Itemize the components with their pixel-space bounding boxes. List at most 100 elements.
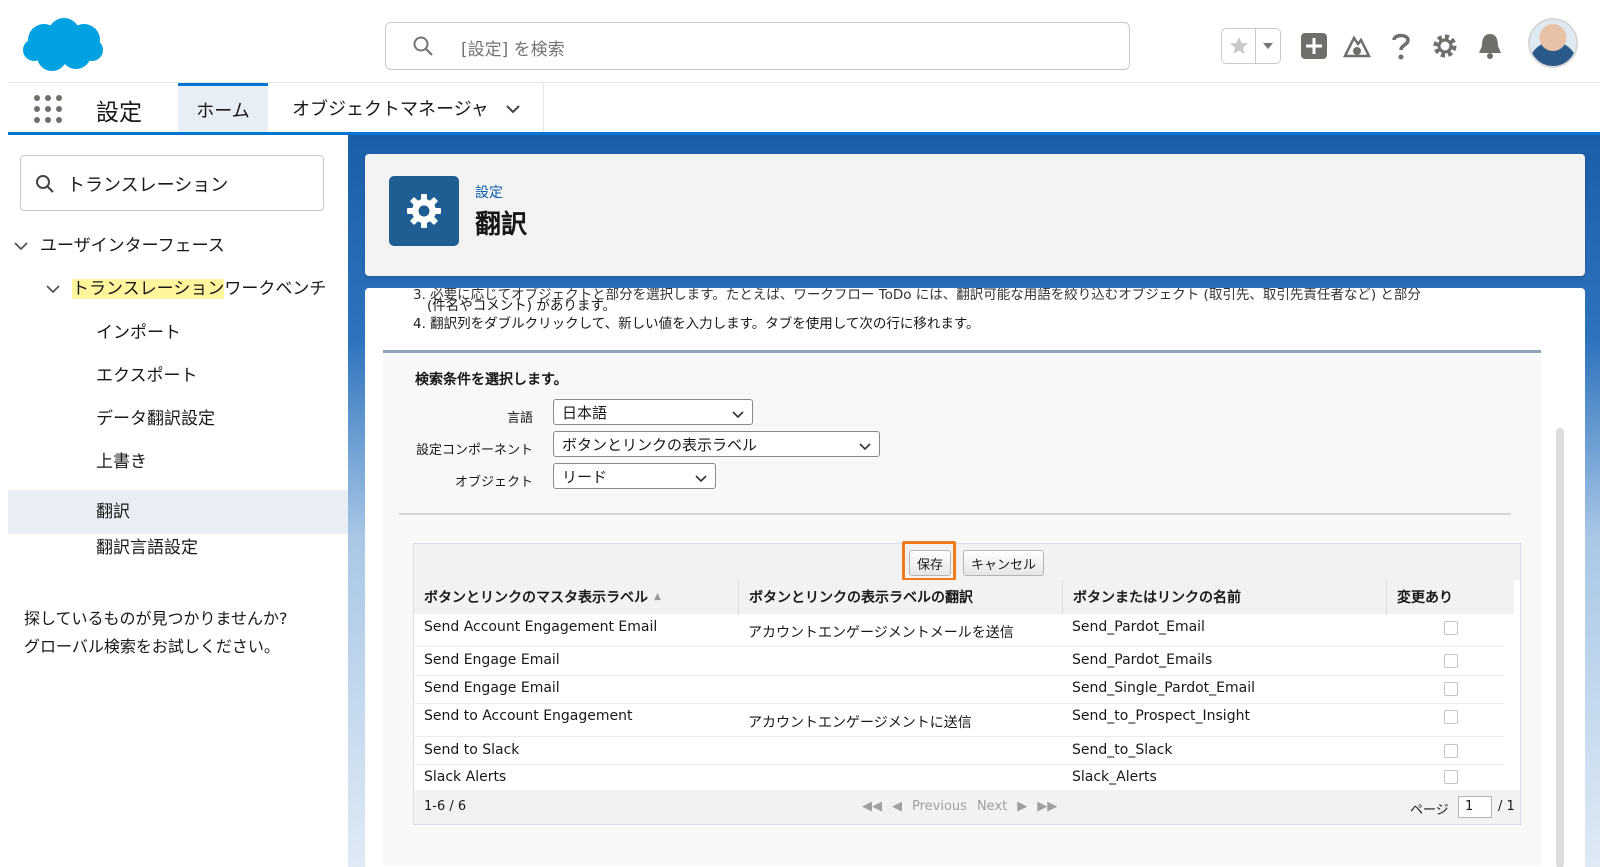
trailhead-icon[interactable]	[1339, 28, 1375, 64]
table-button-bar: 保存 キャンセル	[414, 541, 1520, 581]
bell-icon[interactable]	[1472, 28, 1508, 64]
column-header-translation[interactable]: ボタンとリンクの表示ラベルの翻訳	[738, 580, 1062, 614]
sort-ascending-icon: ▲	[654, 592, 661, 602]
object-value: リード	[562, 468, 608, 486]
first-page-icon[interactable]: ◀◀	[862, 799, 882, 814]
avatar[interactable]	[1528, 18, 1578, 68]
search-icon	[412, 35, 436, 59]
cell-master-label: Send to Account Engagement	[424, 708, 633, 724]
changed-checkbox[interactable]	[1444, 621, 1458, 635]
column-header-label: ボタンとリンクのマスタ表示ラベル	[424, 590, 648, 606]
object-select[interactable]: リード	[553, 463, 716, 489]
table-row[interactable]: Send to Slack Send_to_Slack	[414, 737, 1504, 765]
setup-sidebar: トランスレーション ユーザインターフェース トランスレーションワークベンチ イン…	[8, 135, 348, 867]
next-page-icon[interactable]: ▶	[1017, 799, 1027, 814]
tree-item-import[interactable]: インポート	[96, 318, 181, 343]
cell-translation[interactable]: アカウントエンゲージメントメールを送信	[748, 622, 1014, 642]
changed-checkbox[interactable]	[1444, 710, 1458, 724]
global-search-input[interactable]: [設定] を検索	[385, 22, 1130, 70]
cell-name: Send_Pardot_Email	[1072, 619, 1205, 635]
page-header: 設定 翻訳	[365, 154, 1585, 276]
criteria-panel: 検索条件を選択します。 言語 日本語 設定コンポーネント ボタンとリンクの表示ラ…	[383, 350, 1541, 865]
cell-master-label: Send Engage Email	[424, 680, 560, 696]
translation-content: 3. 必要に応じてオブジェクトと部分を選択します。たとえば、ワークフロー ToD…	[365, 288, 1585, 867]
cell-name: Send_Single_Pardot_Email	[1072, 680, 1255, 696]
table-row[interactable]: Send Engage Email Send_Single_Pardot_Ema…	[414, 676, 1504, 704]
tree-item-export[interactable]: エクスポート	[96, 361, 198, 386]
cell-name: Send_to_Prospect_Insight	[1072, 708, 1250, 724]
help-icon[interactable]	[1383, 28, 1419, 64]
cell-name: Send_to_Slack	[1072, 742, 1173, 758]
tree-item-translate[interactable]: 翻訳	[96, 490, 130, 534]
app-launcher-icon[interactable]	[32, 93, 64, 125]
help-line-1: 探しているものが見つかりませんか?	[24, 609, 288, 628]
changed-checkbox[interactable]	[1444, 770, 1458, 784]
instruction-step-4: 4. 翻訳列をダブルクリックして、新しい値を入力します。タブを使用して次の行に移…	[413, 316, 980, 332]
language-label: 言語	[506, 411, 533, 426]
tree-item-data-translation-settings[interactable]: データ翻訳設定	[96, 404, 215, 429]
changed-checkbox[interactable]	[1444, 654, 1458, 668]
search-highlight: トランスレーション	[72, 279, 225, 299]
column-header-name[interactable]: ボタンまたはリンクの名前	[1062, 580, 1386, 614]
page-title: 翻訳	[475, 210, 528, 240]
cell-translation[interactable]: アカウントエンゲージメントに送信	[748, 712, 972, 732]
pagination: ◀◀ ◀ Previous Next ▶ ▶▶	[862, 799, 1057, 814]
nav-divider	[543, 83, 544, 133]
changed-checkbox[interactable]	[1444, 682, 1458, 696]
cell-master-label: Send Engage Email	[424, 652, 560, 668]
tab-home-label: ホーム	[196, 100, 250, 122]
favorites-control[interactable]	[1221, 28, 1281, 64]
cell-master-label: Send to Slack	[424, 742, 520, 758]
breadcrumb[interactable]: 設定	[475, 182, 503, 202]
page-number-input[interactable]: 1	[1458, 796, 1492, 818]
chevron-down-icon[interactable]	[1256, 29, 1280, 63]
table-row[interactable]: Send Engage Email Send_Pardot_Emails	[414, 647, 1504, 676]
chevron-down-icon[interactable]	[14, 236, 40, 256]
scrollbar[interactable]	[1556, 428, 1564, 867]
tab-home[interactable]: ホーム	[178, 83, 268, 133]
global-header: [設定] を検索	[0, 0, 1600, 82]
tree-item-override[interactable]: 上書き	[96, 447, 147, 472]
changed-checkbox[interactable]	[1444, 744, 1458, 758]
tab-object-manager[interactable]: オブジェクトマネージャ	[284, 83, 544, 133]
translation-table: 保存 キャンセル ボタンとリンクのマスタ表示ラベル ▲ ボタンとリンクの表示ラベ…	[413, 541, 1521, 825]
chevron-down-icon[interactable]	[46, 279, 72, 299]
app-name: 設定	[96, 100, 142, 126]
quick-find-input[interactable]: トランスレーション	[20, 155, 324, 211]
app-navigation: 設定 ホーム オブジェクトマネージャ	[8, 82, 1600, 135]
criteria-divider	[399, 513, 1511, 515]
table-footer: 1-6 / 6 ◀◀ ◀ Previous Next ▶ ▶▶ ページ 1 / …	[414, 790, 1520, 824]
setup-gear-icon	[389, 176, 459, 246]
next-link[interactable]: Next	[977, 799, 1007, 814]
language-value: 日本語	[562, 404, 608, 422]
table-row[interactable]: Send to Account Engagement アカウントエンゲージメント…	[414, 704, 1504, 737]
cell-master-label: Slack Alerts	[424, 769, 507, 785]
cancel-button[interactable]: キャンセル	[963, 550, 1045, 576]
help-line-2: グローバル検索をお試しください。	[24, 637, 280, 656]
table-header: ボタンとリンクのマスタ表示ラベル ▲ ボタンとリンクの表示ラベルの翻訳 ボタンま…	[414, 580, 1514, 614]
tree-item-translation-language-settings[interactable]: 翻訳言語設定	[96, 533, 198, 558]
chevron-down-icon[interactable]	[505, 98, 521, 119]
chevron-down-icon	[695, 470, 707, 488]
last-page-icon[interactable]: ▶▶	[1037, 799, 1057, 814]
tree-section-ui[interactable]: ユーザインターフェース	[14, 231, 225, 256]
language-select[interactable]: 日本語	[553, 399, 753, 425]
salesforce-logo[interactable]	[22, 16, 104, 74]
object-label: オブジェクト	[454, 475, 533, 490]
previous-page-icon[interactable]: ◀	[892, 799, 902, 814]
table-row[interactable]: Send Account Engagement Email アカウントエンゲージ…	[414, 614, 1504, 647]
record-count: 1-6 / 6	[424, 799, 467, 814]
star-icon[interactable]	[1222, 29, 1256, 63]
previous-link[interactable]: Previous	[912, 799, 967, 814]
plus-icon[interactable]	[1296, 28, 1332, 64]
tree-section-label: ユーザインターフェース	[40, 236, 225, 256]
gear-icon[interactable]	[1427, 28, 1463, 64]
component-select[interactable]: ボタンとリンクの表示ラベル	[553, 431, 880, 457]
column-header-master-label[interactable]: ボタンとリンクのマスタ表示ラベル ▲	[414, 580, 738, 614]
tree-group-translation-workbench[interactable]: トランスレーションワークベンチ	[46, 274, 326, 299]
quick-find-value: トランスレーション	[67, 175, 229, 196]
table-row[interactable]: Slack Alerts Slack_Alerts	[414, 765, 1504, 790]
cell-master-label: Send Account Engagement Email	[424, 619, 658, 635]
column-header-changed[interactable]: 変更あり	[1386, 580, 1514, 614]
save-button[interactable]: 保存	[909, 550, 952, 576]
